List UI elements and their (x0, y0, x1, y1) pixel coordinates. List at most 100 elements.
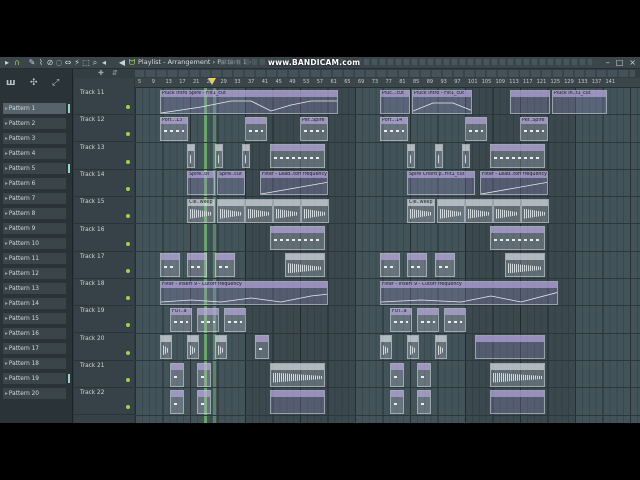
track-lane[interactable]: FUT..a FUT..a (135, 306, 640, 334)
pattern-item[interactable]: ▸Pattern 2 (2, 117, 67, 130)
minimize-icon[interactable]: – (606, 58, 610, 67)
pattern-item[interactable]: ▸Pattern 6 (2, 177, 67, 190)
audio-clip[interactable]: Cle..weep (407, 198, 435, 223)
pattern-item[interactable]: ▸Pattern 15 (2, 312, 67, 325)
pattern-clip[interactable] (270, 226, 325, 250)
pattern-clip[interactable] (197, 362, 211, 387)
track-lane[interactable] (135, 225, 640, 252)
automation-clip[interactable]: Filter - Insert 9 - Cutoff frequency (380, 280, 558, 305)
track-header[interactable]: Track 20 (74, 334, 134, 361)
track-enable-led[interactable] (126, 241, 130, 246)
pattern-item[interactable]: ▸Pattern 18 (2, 357, 67, 370)
pattern-picker-icon[interactable]: ш (6, 78, 16, 88)
pattern-item[interactable]: ▸Pattern 7 (2, 192, 67, 205)
pattern-clip[interactable]: Port...13 (160, 116, 188, 141)
track-lane[interactable] (135, 252, 640, 280)
audio-clip[interactable] (505, 253, 545, 278)
track-header[interactable]: Track 18 (74, 279, 134, 307)
audio-clip[interactable] (215, 144, 223, 169)
pattern-clip[interactable]: FUT..a (390, 307, 412, 332)
pattern-item[interactable]: ▸Pattern 5 (2, 162, 70, 175)
pattern-item[interactable]: ▸Pattern 14 (2, 297, 67, 310)
track-lane[interactable] (135, 334, 640, 361)
audio-clip[interactable] (242, 144, 250, 169)
scroll-left-icon[interactable]: ✚ (98, 69, 104, 78)
pattern-clip[interactable] (187, 253, 207, 278)
track-header[interactable]: Track 19 (74, 306, 134, 334)
track-enable-led[interactable] (126, 296, 130, 301)
audio-clip[interactable] (407, 144, 415, 169)
pattern-clip[interactable] (255, 335, 269, 360)
automation-clip[interactable]: Pluck In..t1_cut (552, 89, 607, 114)
track-lane[interactable]: Pluck Intro Spire - Filt1_cut Pluc...cut… (135, 88, 640, 116)
paint-tool-icon[interactable]: ⌇ (37, 58, 45, 67)
audio-clip[interactable] (270, 362, 325, 387)
track-lane[interactable] (135, 143, 640, 170)
pattern-clip[interactable] (224, 307, 246, 332)
audio-clip[interactable] (187, 335, 199, 360)
track-header[interactable]: Track 11 (74, 88, 134, 115)
track-header[interactable]: Track 14 (74, 170, 134, 197)
track-header[interactable]: Track 12 (74, 115, 134, 143)
audio-clip[interactable] (273, 198, 301, 223)
audio-clip[interactable] (437, 198, 465, 223)
draw-tool-icon[interactable]: ✎ (28, 58, 36, 67)
track-header[interactable]: Track 21 (74, 361, 134, 388)
snap-icon[interactable]: ᗢ (128, 58, 136, 67)
pattern-clip[interactable] (197, 389, 211, 414)
pattern-clip[interactable] (245, 116, 267, 141)
automation-clip[interactable]: Pluc...cut (380, 89, 410, 114)
automation-clip[interactable]: Spire..ut (187, 171, 215, 196)
audio-clip[interactable] (435, 144, 443, 169)
select-tool-icon[interactable]: ⬚ (82, 58, 90, 67)
slip-tool-icon[interactable]: ⇔ (64, 58, 72, 67)
audio-clip[interactable] (465, 198, 493, 223)
pattern-clip[interactable] (444, 307, 466, 332)
pattern-item[interactable]: ▸Pattern 8 (2, 207, 67, 220)
track-header[interactable]: Track 16 (74, 225, 134, 252)
track-header[interactable]: Track 13 (74, 143, 134, 170)
pattern-item[interactable]: ▸Pattern 17 (2, 342, 67, 355)
track-lane[interactable]: Spire..ut Spire..cut Filter - Lead..toff… (135, 170, 640, 198)
pattern-clip[interactable] (390, 389, 404, 414)
pattern-clip[interactable] (490, 144, 545, 169)
pattern-item[interactable]: ▸Pattern 19 (2, 372, 70, 385)
pattern-clip[interactable]: Per..Spire (520, 116, 548, 141)
horizontal-scrollbar[interactable] (135, 70, 635, 77)
pattern-clip[interactable]: Per..Spire (300, 116, 328, 141)
audio-clip[interactable] (285, 253, 325, 278)
zoom-slider-icon[interactable]: ⇵ (112, 69, 118, 78)
pattern-item[interactable]: ▸Pattern 12 (2, 267, 67, 280)
slice-tool-icon[interactable]: ⚡ (73, 58, 81, 67)
add-icon[interactable]: ✣ (30, 78, 38, 88)
automation-clip[interactable] (510, 89, 550, 114)
track-enable-led[interactable] (126, 405, 130, 410)
pattern-item[interactable]: ▸Pattern 13 (2, 282, 67, 295)
audio-clip[interactable]: Cle..weep (187, 198, 215, 223)
pattern-clip[interactable] (380, 253, 400, 278)
track-lane[interactable]: Filter - Insert 9 - Cutoff frequency Fil… (135, 279, 640, 307)
pattern-item[interactable]: ▸Pattern 11 (2, 252, 67, 265)
pattern-item[interactable]: ▸Pattern 1 (2, 102, 70, 115)
track-lane[interactable]: Port...13 Per..Spire Port...14 Per..Spir… (135, 115, 640, 143)
automation-clip[interactable]: Filter - Insert 9 - Cutoff frequency (160, 280, 328, 305)
track-enable-led[interactable] (126, 323, 130, 328)
delete-tool-icon[interactable]: ⊘ (46, 58, 54, 67)
audio-clip[interactable] (521, 198, 549, 223)
track-lane[interactable] (135, 388, 640, 416)
pattern-clip[interactable]: FUT..a (170, 307, 192, 332)
automation-clip[interactable]: Pluck Intro Spire - Filt1_cut (160, 89, 338, 114)
audio-clip[interactable] (215, 335, 227, 360)
pattern-item[interactable]: ▸Pattern 10 (2, 237, 67, 250)
pattern-clip[interactable] (435, 253, 455, 278)
pattern-item[interactable]: ▸Pattern 9 (2, 222, 67, 235)
pattern-clip[interactable] (417, 389, 431, 414)
automation-clip[interactable]: Spire Chord p..Filt1_cut (407, 171, 475, 196)
pattern-clip[interactable] (390, 362, 404, 387)
track-enable-led[interactable] (126, 214, 130, 219)
pattern-clip[interactable] (417, 362, 431, 387)
track-enable-led[interactable] (126, 268, 130, 273)
playback-tool-icon[interactable]: ◂ (100, 58, 108, 67)
automation-clip[interactable]: Filter - Lead..toff frequency (260, 171, 328, 196)
automation-clip[interactable]: Spire..cut (217, 171, 245, 196)
